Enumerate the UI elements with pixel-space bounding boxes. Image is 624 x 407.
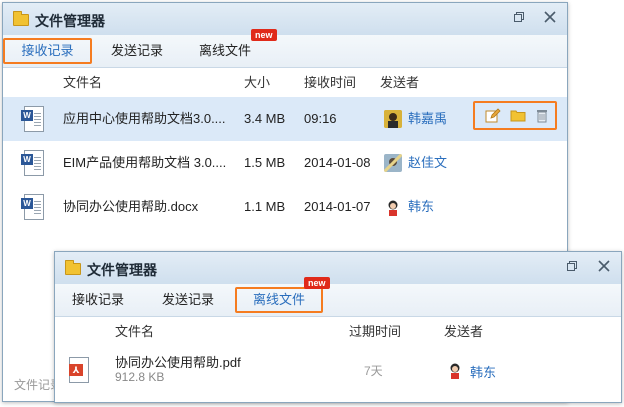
title-bar[interactable]: 文件管理器 — [55, 252, 621, 284]
sender-name[interactable]: 韩东 — [408, 185, 434, 229]
col-filename[interactable]: 文件名 — [115, 317, 154, 346]
file-row[interactable]: W 应用中心使用帮助文档3.0.... 3.4 MB 09:16 韩嘉禹 — [3, 97, 567, 141]
file-size: 912.8 KB — [115, 370, 165, 384]
restore-icon[interactable] — [561, 256, 583, 276]
word-doc-icon: W — [21, 194, 44, 220]
edit-icon[interactable] — [485, 108, 501, 123]
close-icon[interactable] — [593, 256, 615, 276]
file-manager-window-offline: 文件管理器 接收记录 发送记录 离线文件 new 文件名 过期时间 发送者 ⅄ … — [54, 251, 622, 403]
col-filename[interactable]: 文件名 — [63, 68, 102, 97]
row-actions — [473, 101, 557, 130]
avatar — [384, 154, 402, 172]
window-title: 文件管理器 — [35, 13, 105, 29]
file-size: 1.1 MB — [244, 199, 286, 214]
avatar — [446, 361, 464, 379]
file-name: EIM产品使用帮助文档 3.0.... — [63, 155, 227, 170]
file-time: 2014-01-07 — [304, 199, 371, 214]
close-icon[interactable] — [539, 7, 561, 27]
open-folder-icon[interactable] — [510, 108, 526, 123]
tab-offline-label: 离线文件 — [252, 292, 305, 307]
folder-icon — [65, 260, 81, 275]
new-badge: new — [251, 29, 277, 41]
col-expire[interactable]: 过期时间 — [349, 317, 401, 346]
file-time: 09:16 — [304, 111, 337, 126]
file-name: 应用中心使用帮助文档3.0.... — [63, 111, 226, 126]
sender-name[interactable]: 韩东 — [470, 362, 496, 381]
window-title: 文件管理器 — [87, 262, 157, 278]
file-time: 2014-01-08 — [304, 155, 371, 170]
title-bar[interactable]: 文件管理器 — [3, 3, 567, 35]
pdf-file-icon: ⅄ — [69, 357, 89, 383]
file-name: 协同办公使用帮助.docx — [63, 199, 199, 214]
file-row[interactable]: W EIM产品使用帮助文档 3.0.... 1.5 MB 2014-01-08 … — [3, 141, 567, 185]
file-row[interactable]: W 协同办公使用帮助.docx 1.1 MB 2014-01-07 韩东 — [3, 185, 567, 229]
col-sender[interactable]: 发送者 — [380, 68, 419, 97]
tab-received[interactable]: 接收记录 — [3, 35, 92, 67]
column-header: 文件名 大小 接收时间 发送者 — [3, 68, 567, 97]
folder-icon — [13, 11, 29, 26]
tab-offline-label: 离线文件 — [198, 43, 251, 58]
file-row[interactable]: ⅄ 协同办公使用帮助.pdf 912.8 KB 7天 韩东 — [55, 346, 621, 396]
col-time[interactable]: 接收时间 — [304, 68, 356, 97]
restore-icon[interactable] — [508, 7, 530, 27]
expire-time: 7天 — [364, 364, 383, 378]
word-doc-icon: W — [21, 106, 44, 132]
tab-sent-label: 发送记录 — [161, 292, 214, 307]
tab-sent-label: 发送记录 — [110, 43, 163, 58]
column-header: 文件名 过期时间 发送者 — [55, 317, 621, 346]
sender-name[interactable]: 赵佳文 — [408, 141, 447, 185]
col-sender[interactable]: 发送者 — [444, 317, 483, 346]
avatar — [384, 110, 402, 128]
col-size[interactable]: 大小 — [244, 68, 270, 97]
tab-bar: 接收记录 发送记录 离线文件 new — [3, 29, 567, 68]
file-size: 1.5 MB — [244, 155, 286, 170]
word-doc-icon: W — [21, 150, 44, 176]
file-size: 3.4 MB — [244, 111, 286, 126]
tab-sent[interactable]: 发送记录 — [145, 284, 231, 316]
sender-name[interactable]: 韩嘉禹 — [408, 97, 447, 141]
tab-received-label: 接收记录 — [71, 292, 124, 307]
avatar — [384, 198, 402, 216]
delete-icon[interactable] — [534, 108, 550, 123]
tab-sent[interactable]: 发送记录 — [95, 35, 179, 67]
tab-bar: 接收记录 发送记录 离线文件 new — [55, 277, 621, 317]
tab-received[interactable]: 接收记录 — [55, 284, 141, 316]
new-badge: new — [304, 277, 330, 289]
tab-received-label: 接收记录 — [21, 43, 74, 58]
file-name: 协同办公使用帮助.pdf — [115, 355, 241, 370]
